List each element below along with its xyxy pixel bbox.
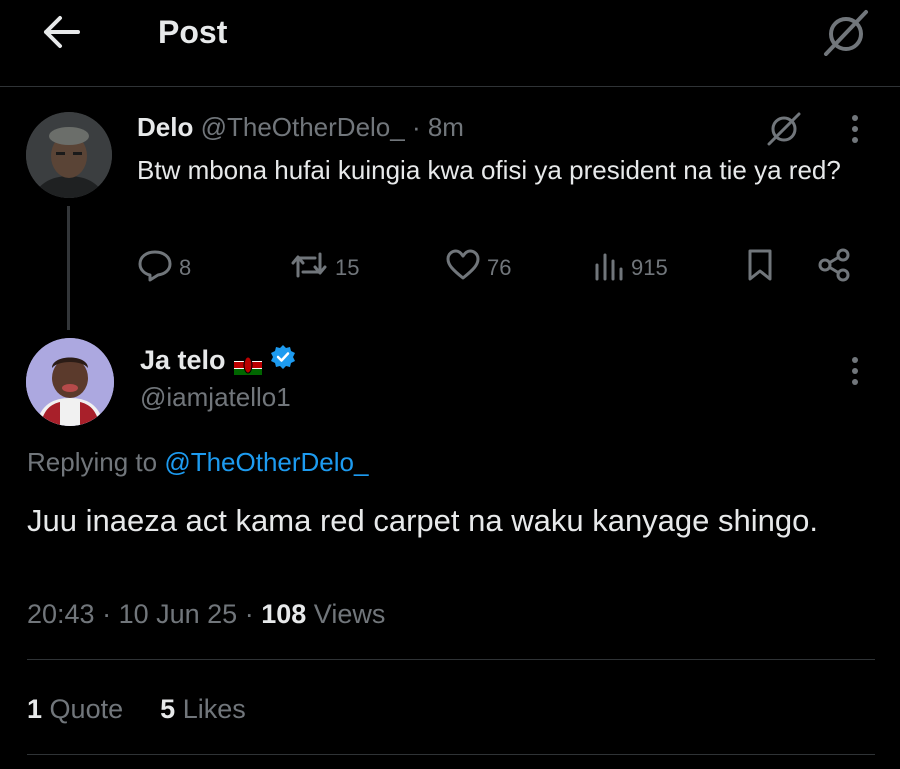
author-name[interactable]: Ja telo xyxy=(140,345,226,376)
post-text: Juu inaeza act kama red carpet na waku k… xyxy=(27,503,818,538)
quotes-label: Quote xyxy=(49,694,124,724)
repost-count: 15 xyxy=(335,255,360,280)
replying-to: Replying to @TheOtherDelo_ xyxy=(27,447,368,478)
views-count: 108 xyxy=(261,599,307,629)
likes-label: Likes xyxy=(182,694,246,724)
author-name[interactable]: Delo xyxy=(137,112,193,142)
page-title: Post xyxy=(158,14,228,50)
action-bar: 8 15 76 915 xyxy=(137,248,867,288)
reply-author-row: Ja telo xyxy=(140,344,296,377)
post-meta: 20:43 · 10 Jun 25 · 108 Views xyxy=(27,599,385,630)
author-handle[interactable]: @TheOtherDelo_ xyxy=(201,112,405,142)
meta-separator: · xyxy=(244,599,262,629)
post-time[interactable]: 20:43 xyxy=(27,599,95,629)
share-icon xyxy=(817,248,859,288)
header-divider xyxy=(0,86,900,87)
verified-icon[interactable] xyxy=(270,344,296,377)
post-time: · 8m xyxy=(411,112,464,142)
reply-icon xyxy=(137,248,179,288)
avatar[interactable] xyxy=(26,112,112,198)
parent-author-row: Delo @TheOtherDelo_ · 8m xyxy=(137,112,464,143)
bookmark-icon xyxy=(745,248,781,288)
replying-prefix: Replying to xyxy=(27,447,165,477)
meta-separator: · xyxy=(102,599,119,629)
grok-icon[interactable] xyxy=(764,110,804,146)
engagement-stats: 1 Quote 5 Likes xyxy=(27,694,246,725)
avatar[interactable] xyxy=(26,338,114,426)
reply-button[interactable]: 8 xyxy=(137,248,191,288)
top-bar: Post xyxy=(0,0,900,66)
more-icon[interactable] xyxy=(847,112,863,146)
parent-post-text: Btw mbona hufai kuingia kwa ofisi ya pre… xyxy=(137,155,841,185)
author-handle[interactable]: @iamjatello1 xyxy=(140,382,291,413)
repost-icon xyxy=(289,250,335,286)
back-arrow-icon[interactable] xyxy=(40,12,84,52)
thread-connector xyxy=(67,206,70,330)
likes-link[interactable]: 5 Likes xyxy=(160,694,246,724)
likes-count: 5 xyxy=(160,694,176,724)
views-button[interactable]: 915 xyxy=(593,248,668,288)
like-icon xyxy=(445,249,487,287)
quotes-count: 1 xyxy=(27,694,43,724)
quotes-link[interactable]: 1 Quote xyxy=(27,694,131,724)
kenya-flag-icon xyxy=(233,351,262,375)
more-icon[interactable] xyxy=(847,354,863,388)
reply-count: 8 xyxy=(179,255,192,280)
views-count: 915 xyxy=(631,255,668,280)
divider xyxy=(27,754,875,755)
post-date[interactable]: 10 Jun 25 xyxy=(119,599,238,629)
divider xyxy=(27,659,875,660)
grok-icon[interactable] xyxy=(820,8,872,56)
bookmark-button[interactable] xyxy=(745,248,781,288)
like-count: 76 xyxy=(487,255,512,280)
replying-to-link[interactable]: @TheOtherDelo_ xyxy=(164,447,368,477)
repost-button[interactable]: 15 xyxy=(289,248,359,288)
views-label: Views xyxy=(313,599,386,629)
like-button[interactable]: 76 xyxy=(445,248,511,288)
share-button[interactable] xyxy=(817,248,859,288)
views-icon xyxy=(593,249,631,287)
